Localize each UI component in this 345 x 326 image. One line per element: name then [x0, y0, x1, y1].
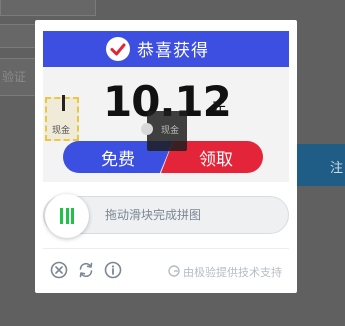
slider-hint: 拖动滑块完成拼图	[105, 208, 202, 222]
background-register-label: 注	[330, 161, 344, 176]
puzzle-piece: 现金	[45, 95, 79, 141]
puzzle-header: 恭喜获得	[43, 31, 289, 67]
puzzle-header-title: 恭喜获得	[137, 41, 209, 61]
background-input	[0, 24, 40, 48]
puzzle-slot-notch	[141, 123, 153, 135]
grip-line-icon	[65, 208, 69, 224]
footer-divider	[43, 248, 289, 249]
puzzle-unit: 元	[211, 99, 227, 117]
info-icon[interactable]	[104, 261, 122, 279]
background-captcha-hint: 验证	[2, 70, 27, 84]
gift-ribbon-icon	[62, 95, 65, 111]
puzzle-slot: 现金	[141, 111, 187, 151]
refresh-icon[interactable]	[77, 261, 95, 279]
geetest-logo-icon	[168, 262, 180, 281]
puzzle-piece-label: 现金	[52, 126, 71, 136]
close-icon[interactable]	[50, 261, 68, 279]
footer-brand-text: 由极验提供技术支持	[183, 265, 282, 279]
footer-brand-link[interactable]: 由极验提供技术支持	[168, 262, 282, 281]
puzzle-slot-label: 现金	[161, 126, 180, 136]
captcha-puzzle-image: 恭喜获得 10.12 元 免费 领取 现金 现金	[43, 31, 289, 182]
grip-line-icon	[60, 208, 63, 224]
grip-line-icon	[71, 208, 74, 224]
check-icon	[106, 37, 130, 61]
slider-handle[interactable]	[45, 194, 89, 238]
background-input	[0, 0, 96, 16]
